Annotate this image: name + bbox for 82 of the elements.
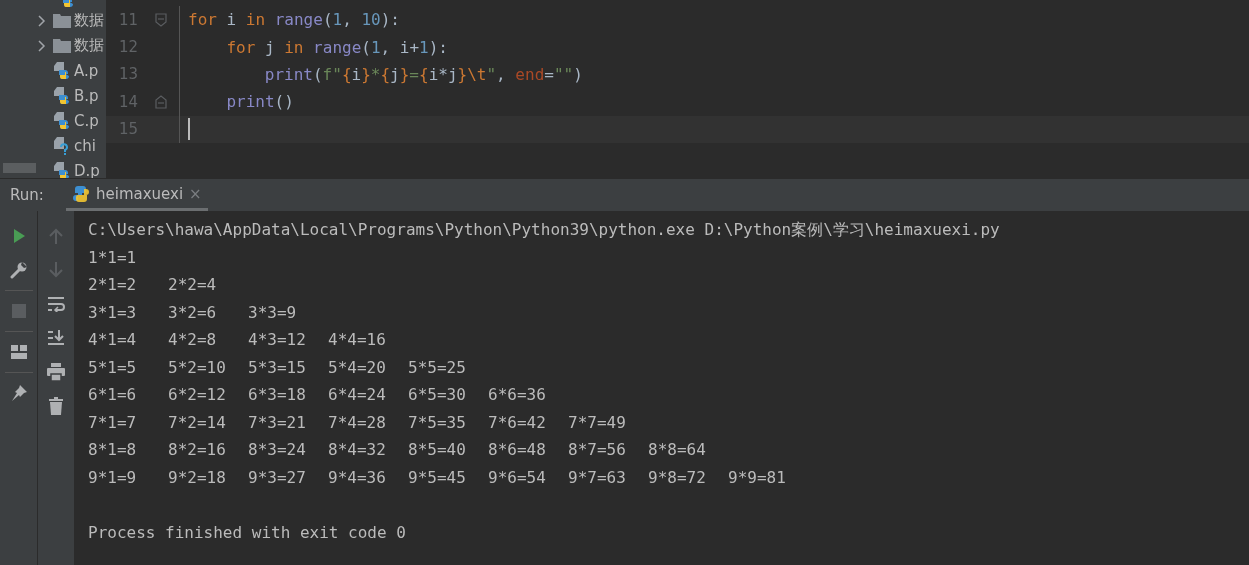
python-icon xyxy=(72,184,90,203)
output-text: 8*8=64 xyxy=(648,440,707,460)
output-text: 8*7=56 xyxy=(568,440,627,460)
trash-icon[interactable] xyxy=(49,397,63,415)
output-text: 7*1=7 xyxy=(88,412,138,432)
output-text: 5*2=10 xyxy=(168,357,227,377)
scrollbar-thumb[interactable] xyxy=(3,163,36,173)
output-text: 8*2=16 xyxy=(168,440,227,460)
output-text: 6*4=24 xyxy=(328,385,387,405)
output-text: 7*7=49 xyxy=(568,412,627,432)
output-text: 8*1=8 xyxy=(88,440,138,460)
pin-icon[interactable] xyxy=(9,384,28,402)
output-text: 9*4=36 xyxy=(328,467,387,487)
python-file-icon xyxy=(53,86,71,105)
python-file-icon xyxy=(53,61,71,80)
output-text: 4*2=8 xyxy=(168,330,218,350)
code-line: for j in range(1, i+1): xyxy=(226,37,448,57)
output-text: 4*3=12 xyxy=(248,330,307,350)
output-text: 6*2=12 xyxy=(168,385,227,405)
output-text: 8*6=48 xyxy=(488,440,547,460)
output-text: 9*7=63 xyxy=(568,467,627,487)
line-number: 11 xyxy=(117,10,139,29)
output-text: 6*5=30 xyxy=(408,385,467,405)
tool-window-label: Run: xyxy=(9,186,45,204)
code-line: print() xyxy=(226,92,294,112)
output-text: 9*5=45 xyxy=(408,467,467,487)
output-text: 9*3=27 xyxy=(248,467,307,487)
output-text: 3*3=9 xyxy=(248,302,298,322)
output-text: 7*6=42 xyxy=(488,412,547,432)
output-text: 9*1=9 xyxy=(88,467,138,487)
output-text: 1*1=1 xyxy=(88,247,138,267)
folder-icon xyxy=(53,13,71,28)
output-text: 2*1=2 xyxy=(88,275,138,295)
output-text: 9*8=72 xyxy=(648,467,707,487)
output-text: 7*4=28 xyxy=(328,412,387,432)
file-name[interactable]: 数据 xyxy=(74,11,104,30)
file-name[interactable]: B.p xyxy=(74,86,99,105)
output-text: 5*3=15 xyxy=(248,357,307,377)
output-text: 9*2=18 xyxy=(168,467,227,487)
file-name[interactable]: D.p xyxy=(74,161,100,178)
file-name[interactable]: 数据 xyxy=(74,36,104,55)
output-text: 5*4=20 xyxy=(328,357,387,377)
output-text: 3*1=3 xyxy=(88,302,138,322)
output-text: 8*3=24 xyxy=(248,440,307,460)
code-line: for i in range(1, 10): xyxy=(188,10,400,30)
text-cursor xyxy=(188,118,190,141)
output-text: 9*9=81 xyxy=(728,467,787,487)
file-name[interactable]: A.p xyxy=(74,61,99,80)
output-text: 2*2=4 xyxy=(168,275,218,295)
unknown-file-icon xyxy=(53,136,71,155)
output-text: 7*3=21 xyxy=(248,412,307,432)
output-text: 3*2=6 xyxy=(168,302,218,322)
exit-message: Process finished with exit code 0 xyxy=(88,521,407,544)
wrench-icon[interactable] xyxy=(9,261,28,279)
printer-icon[interactable] xyxy=(47,363,65,381)
soft-wrap-icon[interactable] xyxy=(47,296,65,312)
output-text: 9*6=54 xyxy=(488,467,547,487)
code-line: print(f"{i}*{j}={i*j}\t", end="") xyxy=(264,64,583,84)
line-number: 13 xyxy=(117,65,139,84)
file-name[interactable]: C.p xyxy=(74,111,99,130)
python-file-icon xyxy=(53,111,71,130)
output-text: 8*5=40 xyxy=(408,440,467,460)
folder-icon xyxy=(53,38,71,53)
python-file-icon xyxy=(53,161,71,178)
file-name[interactable]: chi xyxy=(74,136,96,155)
command-line: C:\Users\hawa\AppData\Local\Programs\Python\Python39\python.exe D:\Python案例\学习\heimaxuexi.py xyxy=(88,219,1001,241)
scroll-to-end-icon[interactable] xyxy=(47,330,65,346)
line-number: 14 xyxy=(117,92,139,111)
output-text: 6*6=36 xyxy=(488,385,547,405)
output-text: 7*2=14 xyxy=(168,412,227,432)
output-text: 4*4=16 xyxy=(328,330,387,350)
output-text: 4*1=4 xyxy=(88,330,138,350)
chevron-icon[interactable] xyxy=(36,14,46,27)
output-text: 8*4=32 xyxy=(328,440,387,460)
output-text: 7*5=35 xyxy=(408,412,467,432)
layout-icon[interactable] xyxy=(10,345,27,359)
output-text: 5*5=25 xyxy=(408,357,467,377)
line-number: 12 xyxy=(117,38,139,57)
chevron-icon[interactable] xyxy=(36,39,46,52)
output-text: 6*3=18 xyxy=(248,385,307,405)
output-text: 5*1=5 xyxy=(88,357,138,377)
output-text: 6*1=6 xyxy=(88,385,138,405)
